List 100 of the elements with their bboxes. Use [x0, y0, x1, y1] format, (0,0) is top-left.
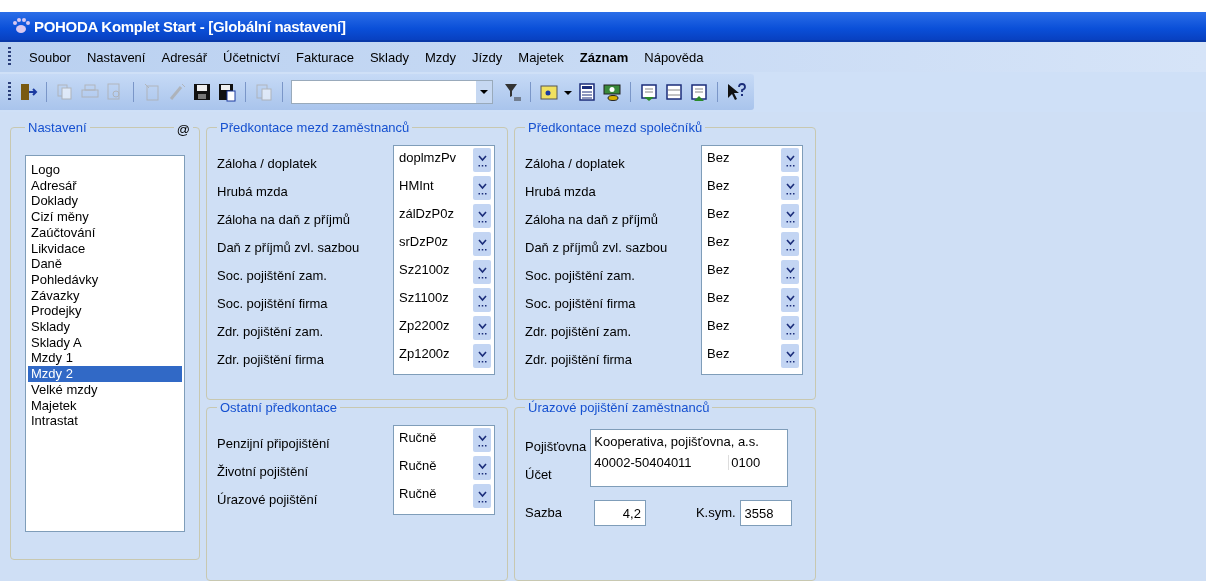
field-label: Daň z příjmů zvl. sazbou: [525, 239, 668, 257]
chevron-dots-icon: [785, 265, 795, 280]
menu-item[interactable]: Účetnictví: [223, 49, 281, 65]
list-item[interactable]: Velké mzdy: [28, 381, 182, 398]
list-item[interactable]: Adresář: [28, 177, 182, 194]
chevron-dots-icon: [477, 293, 487, 308]
save-as-icon[interactable]: [217, 82, 237, 102]
list-item[interactable]: Cizí měny: [28, 209, 182, 225]
list-item[interactable]: Zaúčtování: [28, 224, 182, 241]
menu-item[interactable]: Nastavení: [86, 49, 146, 65]
list-item[interactable]: Mzdy 2: [28, 366, 182, 382]
field-label: Soc. pojištění zam.: [525, 267, 636, 285]
select-field[interactable]: HMInt: [397, 176, 491, 204]
list-item[interactable]: Daně: [28, 256, 182, 272]
browse-button[interactable]: [473, 428, 491, 452]
select-field[interactable]: Bez: [705, 260, 799, 288]
settings-list[interactable]: Logo Adresář Doklady Cizí měny Zaúčtování Likvidace Daně Pohledávky Závazky Prodejky Sklady Sklady A Mzdy 1 Mzdy 2 Velké mzdy Majetek Intrastat: [25, 155, 185, 532]
browse-button[interactable]: [781, 148, 799, 172]
field-label: Daň z příjmů zvl. sazbou: [217, 239, 360, 257]
menu-item[interactable]: Nápověda: [644, 49, 704, 65]
filter-combo-field[interactable]: [291, 80, 493, 104]
browse-button[interactable]: [781, 260, 799, 284]
menu-item[interactable]: Majetek: [518, 49, 564, 65]
group-title: Předkontace mezd společníků: [527, 120, 704, 135]
filter-icon[interactable]: [502, 82, 522, 102]
select-field[interactable]: Bez: [705, 232, 799, 260]
list-item[interactable]: Intrastat: [28, 413, 182, 429]
help-pointer-icon[interactable]: [726, 82, 746, 102]
chevron-dots-icon: [477, 153, 487, 168]
chevron-dots-icon: [785, 349, 795, 364]
list-item[interactable]: Prodejky: [28, 303, 182, 320]
field-label: K.sym.: [695, 504, 736, 522]
browse-button[interactable]: [781, 176, 799, 200]
select-field[interactable]: Bez: [705, 316, 799, 344]
menu-item[interactable]: Jízdy: [472, 49, 503, 65]
menu-item[interactable]: Adresář: [161, 49, 207, 65]
browse-button[interactable]: [473, 456, 491, 480]
select-field[interactable]: Bez: [705, 288, 799, 316]
field-label: Sazba: [525, 504, 562, 522]
browse-button[interactable]: [781, 316, 799, 340]
money-icon[interactable]: [602, 82, 622, 102]
field-label: Soc. pojištění firma: [525, 295, 637, 313]
list-item[interactable]: Sklady: [28, 319, 182, 335]
select-field[interactable]: Zp2200z: [397, 316, 491, 344]
browse-button[interactable]: [473, 260, 491, 284]
list-item[interactable]: Závazky: [28, 287, 182, 304]
menu-item[interactable]: Sklady: [369, 49, 409, 65]
select-field[interactable]: Zp1200z: [397, 344, 491, 372]
select-field[interactable]: Bez: [705, 176, 799, 204]
select-field[interactable]: Bez: [705, 204, 799, 232]
browse-button[interactable]: [473, 148, 491, 172]
menu-item[interactable]: Mzdy: [424, 49, 456, 65]
select-field[interactable]: Ručně: [397, 456, 491, 484]
folder-icon[interactable]: [539, 82, 559, 102]
field-label: Záloha / doplatek: [525, 155, 626, 173]
field-label: Hrubá mzda: [217, 183, 289, 201]
browse-button[interactable]: [781, 344, 799, 368]
browse-button[interactable]: [473, 484, 491, 508]
list-item[interactable]: Likvidace: [28, 240, 182, 257]
browse-button[interactable]: [473, 232, 491, 256]
select-field[interactable]: Bez: [705, 148, 799, 176]
list-item[interactable]: Sklady A: [28, 334, 182, 351]
list-item[interactable]: Doklady: [28, 193, 182, 210]
select-field[interactable]: Bez: [705, 344, 799, 372]
form-icon[interactable]: [664, 82, 684, 102]
browse-button[interactable]: [473, 344, 491, 368]
exit-door-icon[interactable]: [18, 82, 38, 102]
select-field[interactable]: Ručně: [397, 484, 491, 512]
browse-button[interactable]: [781, 232, 799, 256]
form-down-icon[interactable]: [639, 82, 659, 102]
select-field[interactable]: srDzP0z: [397, 232, 491, 260]
menu-item[interactable]: Záznam: [579, 49, 629, 65]
paw-icon: [12, 17, 30, 35]
field-label: Soc. pojištění zam.: [217, 267, 328, 285]
browse-button[interactable]: [781, 288, 799, 312]
browse-button[interactable]: [473, 316, 491, 340]
select-field[interactable]: doplmzPv: [397, 148, 491, 176]
browse-button[interactable]: [473, 176, 491, 200]
chevron-dots-icon: [785, 209, 795, 224]
browse-button[interactable]: [473, 204, 491, 228]
bank-code-field[interactable]: 0100: [729, 455, 761, 470]
rate-field[interactable]: 4,2: [593, 500, 646, 526]
constant-symbol-field[interactable]: 3558: [739, 500, 792, 526]
account-field[interactable]: 40002-50404011: [594, 455, 730, 470]
select-field[interactable]: Ručně: [397, 428, 491, 456]
form-up-icon[interactable]: [689, 82, 709, 102]
select-field[interactable]: zálDzP0z: [397, 204, 491, 232]
select-field[interactable]: Sz1100z: [397, 288, 491, 316]
list-item[interactable]: Majetek: [28, 397, 182, 414]
browse-button[interactable]: [781, 204, 799, 228]
list-item[interactable]: Pohledávky: [28, 271, 182, 288]
insurer-field[interactable]: Kooperativa, pojišťovna, a.s.: [594, 434, 785, 449]
menu-item[interactable]: Fakturace: [296, 49, 354, 65]
menu-item[interactable]: Soubor: [29, 49, 71, 65]
list-item[interactable]: Mzdy 1: [28, 350, 182, 367]
calculator-icon[interactable]: [577, 82, 597, 102]
save-icon[interactable]: [192, 82, 212, 102]
list-item[interactable]: Logo: [28, 162, 182, 178]
select-field[interactable]: Sz2100z: [397, 260, 491, 288]
browse-button[interactable]: [473, 288, 491, 312]
